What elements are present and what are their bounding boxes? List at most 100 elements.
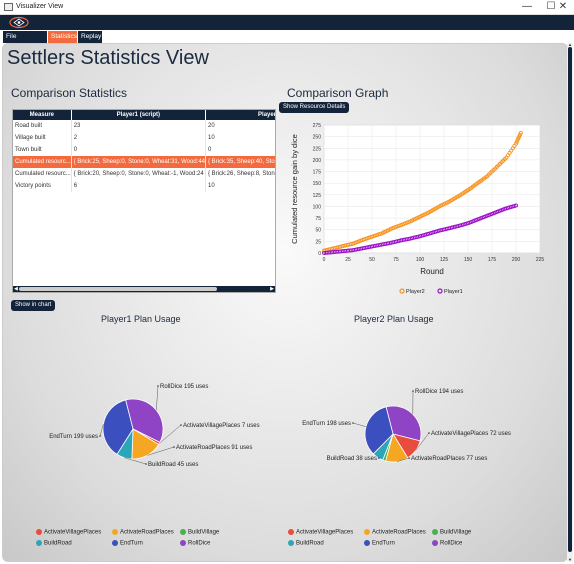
table-cell: Victory points: [13, 180, 72, 192]
table-cell: Road built: [13, 120, 72, 132]
legend-item-buildvillage[interactable]: BuildVillage: [432, 529, 471, 536]
column-header-measure[interactable]: Measure: [13, 110, 72, 120]
table-row-selected[interactable]: Cumulated resourc... { Brick:25, Sheep:0…: [13, 156, 275, 168]
pie-slice-label: EndTurn 199 uses: [49, 434, 98, 440]
legend-item-rolldice[interactable]: RollDice: [432, 540, 462, 547]
y-tick-label: 150: [313, 181, 322, 187]
legend-dot-icon: [288, 529, 294, 535]
y-tick-label: 275: [313, 123, 322, 129]
tab-replay[interactable]: Replay: [78, 31, 102, 43]
legend-label: RollDice: [188, 540, 211, 547]
y-tick-label: 175: [313, 170, 322, 176]
pie-slice-label: EndTurn 198 uses: [302, 421, 351, 427]
pie-leader-dot: [378, 457, 380, 459]
player2-plan-pie-chart: RollDice 194 uses ActivateVillagePlaces 7…: [302, 389, 511, 463]
legend-item-activateroadplaces[interactable]: ActivateRoadPlaces: [364, 529, 426, 536]
x-tick-label: 150: [464, 257, 473, 263]
legend-item-buildroad[interactable]: BuildRoad: [288, 540, 324, 547]
table-row[interactable]: Victory points 6 10: [13, 180, 275, 192]
tab-statistics[interactable]: Statistics: [48, 31, 77, 43]
minimize-button[interactable]: —: [514, 0, 540, 14]
legend-item-rolldice[interactable]: RollDice: [180, 540, 210, 547]
y-tick-label: 125: [313, 193, 322, 199]
scrollbar-thumb[interactable]: [568, 47, 572, 552]
window-title: Visualizer View: [16, 3, 64, 10]
pie-leader-dot: [173, 446, 175, 448]
legend-item-endturn[interactable]: EndTurn: [364, 540, 395, 547]
column-header-player2[interactable]: Player2: [205, 110, 275, 120]
pie-leader-line: [352, 422, 367, 427]
show-in-chart-button[interactable]: Show in chart: [11, 300, 56, 311]
table-row[interactable]: Village built 2 10: [13, 132, 275, 144]
table-cell: 0: [71, 144, 207, 156]
legend-player2-marker: [399, 288, 405, 294]
close-button[interactable]: ✕: [552, 0, 574, 14]
column-header-player1[interactable]: Player1 (script): [71, 110, 207, 120]
legend-dot-icon: [432, 540, 438, 546]
legend-dot-icon: [36, 529, 42, 535]
comparison-table[interactable]: Measure Player1 (script) Player2 Road bu…: [12, 109, 276, 293]
table-row[interactable]: Cumulated resourc... { Brick:20, Sheep:0…: [13, 168, 275, 180]
app-icon: [4, 3, 13, 11]
scroll-right-icon[interactable]: ▶: [270, 286, 274, 292]
window-titlebar: Visualizer View — ☐ ✕: [0, 0, 574, 15]
legend-dot-icon: [112, 540, 118, 546]
legend-label: BuildVillage: [188, 529, 220, 536]
legend-item-endturn[interactable]: EndTurn: [112, 540, 143, 547]
pie-slice-label: ActivateVillagePlaces 7 uses: [183, 423, 260, 429]
legend-item-activatevillageplaces[interactable]: ActivateVillagePlaces: [288, 529, 353, 536]
x-axis-label: Round: [420, 267, 444, 276]
y-tick-label: 0: [318, 251, 321, 257]
player1-plan-title: Player1 Plan Usage: [101, 314, 181, 324]
legend-dot-icon: [432, 529, 438, 535]
comparison-graph-title: Comparison Graph: [287, 86, 389, 100]
scrollbar-thumb[interactable]: [19, 287, 217, 291]
table-cell: { Brick:20, Sheep:0, Stone:0, Wheat:-1, …: [71, 168, 207, 180]
legend-item-buildvillage[interactable]: BuildVillage: [180, 529, 219, 536]
y-tick-label: 25: [315, 239, 321, 245]
legend-label: EndTurn: [372, 540, 395, 547]
pie-slice-label: ActivateRoadPlaces 77 uses: [411, 456, 487, 462]
table-cell: 6: [71, 180, 207, 192]
pie-slice-label: RollDice 195 uses: [160, 384, 208, 390]
legend-label: BuildRoad: [296, 540, 324, 547]
legend-label: ActivateRoadPlaces: [372, 529, 426, 536]
legend-label: EndTurn: [120, 540, 143, 547]
y-tick-label: 75: [315, 216, 321, 222]
table-row[interactable]: Road built 23 20: [13, 120, 275, 132]
x-tick-label: 125: [440, 257, 449, 263]
scroll-left-icon[interactable]: ◀: [14, 286, 18, 292]
legend-dot-icon: [36, 540, 42, 546]
legend-item-activateroadplaces[interactable]: ActivateRoadPlaces: [112, 529, 174, 536]
page-vertical-scrollbar[interactable]: ▲ ▼: [567, 43, 573, 562]
scroll-down-icon[interactable]: ▼: [567, 558, 573, 562]
pie-leader-dot: [180, 424, 182, 426]
legend-item-activatevillageplaces[interactable]: ActivateVillagePlaces: [36, 529, 101, 536]
pie-leader-line: [156, 385, 159, 411]
y-axis-label: Cumulated resource gain by dice: [290, 134, 299, 244]
legend-dot-icon: [364, 529, 370, 535]
legend-player1-label: Player1: [444, 289, 463, 295]
legend-dot-icon: [180, 540, 186, 546]
show-resource-details-button[interactable]: Show Resource Details: [279, 102, 350, 113]
pie-leader-dot: [428, 432, 430, 434]
pie-leader-dot: [408, 457, 410, 459]
pie-leader-dot: [352, 422, 354, 424]
pie-slice-label: ActivateRoadPlaces 91 uses: [176, 445, 252, 451]
table-header-row: Measure Player1 (script) Player2: [13, 110, 275, 120]
pie-leader-dot: [412, 390, 414, 392]
table-cell: { Brick:26, Sheep:8, Stone: [205, 168, 275, 180]
legend-dot-icon: [288, 540, 294, 546]
x-tick-label: 175: [488, 257, 497, 263]
table-cell: 0: [205, 144, 275, 156]
pie-slice-label: BuildRoad 38 uses: [327, 456, 377, 462]
table-row[interactable]: Town built 0 0: [13, 144, 275, 156]
y-tick-label: 250: [313, 135, 322, 141]
legend-label: BuildRoad: [44, 540, 72, 547]
legend-item-buildroad[interactable]: BuildRoad: [36, 540, 72, 547]
legend-dot-icon: [364, 540, 370, 546]
table-cell: Cumulated resourc...: [13, 156, 72, 168]
table-horizontal-scrollbar[interactable]: ◀ ▶: [13, 286, 275, 292]
legend-label: RollDice: [440, 540, 463, 547]
tab-file-overview[interactable]: File Overview: [3, 31, 47, 52]
